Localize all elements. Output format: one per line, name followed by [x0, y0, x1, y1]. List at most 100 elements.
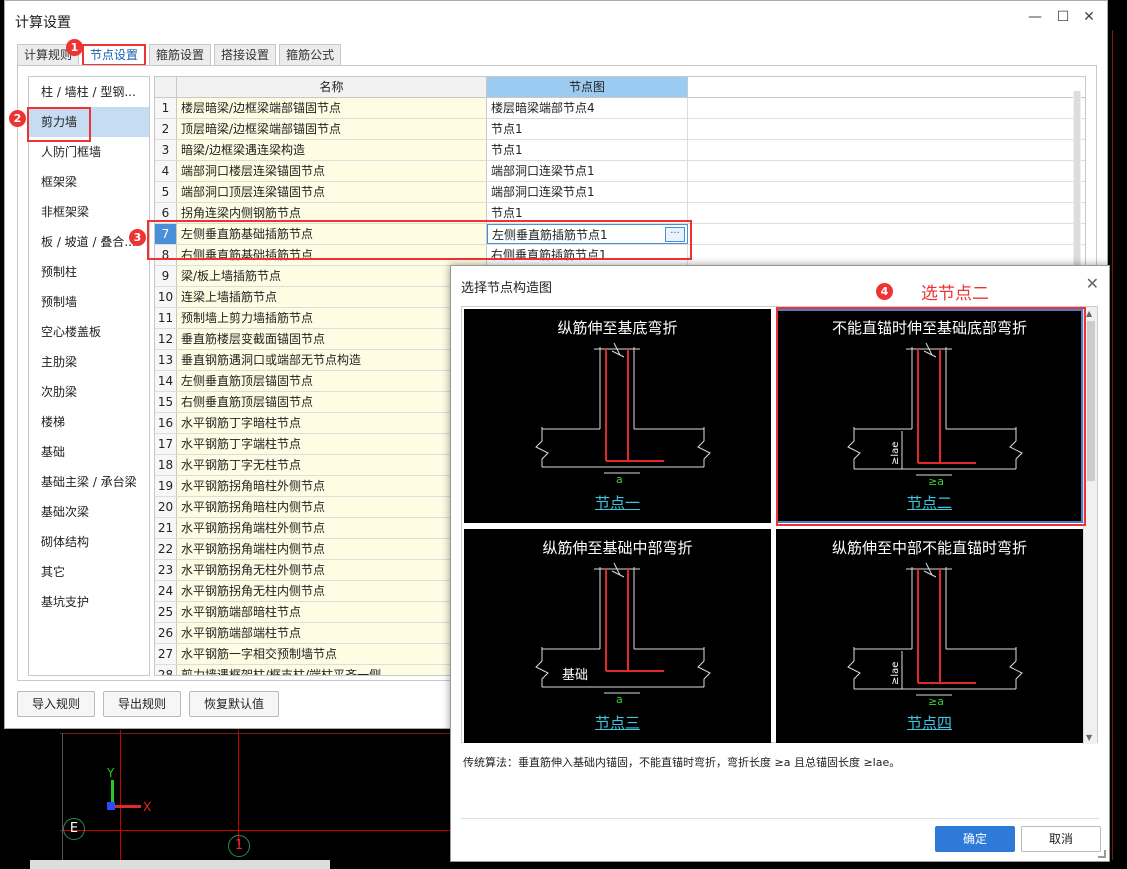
row-number: 16 [155, 413, 177, 433]
row-number: 5 [155, 182, 177, 202]
sidebar-item-precast-wall[interactable]: 预制墙 [29, 287, 149, 317]
row-name: 垂直钢筋遇洞口或端部无节点构造 [177, 350, 487, 370]
row-name: 端部洞口顶层连梁锚固节点 [177, 182, 487, 202]
row-name: 水平钢筋拐角端柱外侧节点 [177, 518, 487, 538]
sidebar-item-non-frame-beam[interactable]: 非框架梁 [29, 197, 149, 227]
break-mark-icon [1009, 647, 1023, 689]
row-name: 暗梁/边框梁遇连梁构造 [177, 140, 487, 160]
row-number: 23 [155, 560, 177, 580]
node-value-text: 节点1 [491, 143, 523, 157]
row-number: 20 [155, 497, 177, 517]
break-mark-icon [535, 647, 549, 687]
row-number: 3 [155, 140, 177, 160]
diagram-drawing: a [535, 342, 711, 486]
restore-default-button[interactable]: 恢复默认值 [189, 691, 280, 717]
row-number: 11 [155, 308, 177, 328]
node-diagram-dialog: 选择节点构造图 4 选节点二 ✕ a 纵筋伸至基底弯折 节点一 ≥a ≥lae 不… [450, 265, 1110, 862]
resize-grip-icon[interactable] [1098, 850, 1106, 858]
axis-x-label: X [143, 800, 152, 814]
sidebar-item-stairs[interactable]: 楼梯 [29, 407, 149, 437]
sidebar-item-masonry[interactable]: 砌体结构 [29, 527, 149, 557]
cancel-button[interactable]: 取消 [1021, 826, 1101, 852]
diagram-node-4[interactable]: ≥a ≥lae 纵筋伸至中部不能直锚时弯折 节点四 [776, 529, 1083, 743]
node-value-text: 端部洞口连梁节点1 [491, 185, 595, 199]
row-name: 剪力墙遇框架柱/框支柱/端柱平齐一侧 [177, 665, 487, 675]
tab-stirrup-settings[interactable]: 箍筋设置 [149, 44, 212, 66]
row-number: 22 [155, 539, 177, 559]
table-row[interactable]: 2 顶层暗梁/边框梁端部锚固节点 节点1 [155, 119, 1085, 140]
ok-button[interactable]: 确定 [935, 826, 1015, 852]
sidebar-item-column[interactable]: 柱 / 墙柱 / 型钢... [29, 77, 149, 107]
diagram-label: 节点三 [594, 714, 640, 732]
table-row[interactable]: 5 端部洞口顶层连梁锚固节点 端部洞口连梁节点1 [155, 182, 1085, 203]
sidebar-item-pit-support[interactable]: 基坑支护 [29, 587, 149, 617]
diagram-caption: 纵筋伸至基础中部弯折 [542, 539, 693, 557]
export-rules-button[interactable]: 导出规则 [103, 691, 182, 717]
annotation-text: 选节点二 [921, 284, 989, 304]
sidebar-item-hollow-slab[interactable]: 空心楼盖板 [29, 317, 149, 347]
sidebar-item-main-rib-beam[interactable]: 主肋梁 [29, 347, 149, 377]
row-node-value[interactable]: 节点1 [487, 140, 688, 160]
scroll-down-icon[interactable]: ▼ [1086, 733, 1092, 742]
close-icon[interactable]: ✕ [1079, 9, 1099, 25]
row-node-value[interactable]: 端部洞口连梁节点1 [487, 182, 688, 202]
row-number: 9 [155, 266, 177, 286]
row-number: 19 [155, 476, 177, 496]
diagram-caption: 纵筋伸至基底弯折 [557, 319, 678, 337]
scrollbar-thumb[interactable] [1087, 321, 1095, 481]
row-node-value[interactable]: 楼层暗梁端部节点4 [487, 98, 688, 118]
sidebar-item-foundation-secondary-beam[interactable]: 基础次梁 [29, 497, 149, 527]
table-row[interactable]: 4 端部洞口楼层连梁锚固节点 端部洞口连梁节点1 [155, 161, 1085, 182]
maximize-icon[interactable]: ☐ [1053, 9, 1073, 25]
table-row[interactable]: 3 暗梁/边框梁遇连梁构造 节点1 [155, 140, 1085, 161]
diagram-node-3[interactable]: a 基础 纵筋伸至基础中部弯折 节点三 [464, 529, 771, 743]
sidebar-item-secondary-rib-beam[interactable]: 次肋梁 [29, 377, 149, 407]
row-number: 26 [155, 623, 177, 643]
sidebar-item-other[interactable]: 其它 [29, 557, 149, 587]
dialog-close-icon[interactable]: ✕ [1086, 274, 1099, 293]
header-name[interactable]: 名称 [177, 77, 487, 97]
algorithm-description: 传统算法：垂直筋伸入基础内锚固，不能直锚时弯折，弯折长度 ≥a 且总锚固长度 ≥… [463, 756, 901, 769]
row-name: 右侧垂直筋顶层锚固节点 [177, 392, 487, 412]
row-node-value[interactable]: 端部洞口连梁节点1 [487, 161, 688, 181]
row-number: 4 [155, 161, 177, 181]
row-node-value[interactable]: 节点1 [487, 119, 688, 139]
tab-node-settings[interactable]: 节点设置 [82, 44, 147, 66]
row-number: 24 [155, 581, 177, 601]
row-name: 水平钢筋拐角暗柱外侧节点 [177, 476, 487, 496]
table-row[interactable]: 1 楼层暗梁/边框梁端部锚固节点 楼层暗梁端部节点4 [155, 98, 1085, 119]
row-number: 18 [155, 455, 177, 475]
callout-1: 1 [66, 39, 83, 56]
window-title: 计算设置 [15, 15, 71, 31]
cad-toolbar[interactable] [30, 860, 330, 869]
row-number: 17 [155, 434, 177, 454]
minimize-icon[interactable]: — [1025, 9, 1045, 25]
import-rules-button[interactable]: 导入规则 [17, 691, 96, 717]
border-line [62, 733, 63, 863]
sidebar-item-precast-column[interactable]: 预制柱 [29, 257, 149, 287]
row-number: 12 [155, 329, 177, 349]
grid-label-e: E [63, 818, 85, 840]
row-name: 水平钢筋丁字端柱节点 [177, 434, 487, 454]
row-number: 15 [155, 392, 177, 412]
tab-stirrup-formula[interactable]: 箍筋公式 [279, 44, 342, 66]
header-row-number [155, 77, 177, 97]
highlight-box-row-7 [147, 220, 692, 260]
row-name: 楼层暗梁/边框梁端部锚固节点 [177, 98, 487, 118]
header-node-diagram[interactable]: 节点图 [487, 77, 688, 97]
row-name: 水平钢筋端部暗柱节点 [177, 602, 487, 622]
row-name: 端部洞口楼层连梁锚固节点 [177, 161, 487, 181]
row-number: 13 [155, 350, 177, 370]
divider [461, 818, 1099, 819]
axis-y-label: Y [107, 766, 115, 780]
diagram-node-1[interactable]: a 纵筋伸至基底弯折 节点一 [464, 309, 771, 523]
callout-2: 2 [9, 110, 26, 127]
break-mark-icon [594, 342, 640, 358]
sidebar-item-frame-beam[interactable]: 框架梁 [29, 167, 149, 197]
diagram-caption: 纵筋伸至中部不能直锚时弯折 [831, 539, 1027, 557]
sidebar-item-foundation[interactable]: 基础 [29, 437, 149, 467]
scroll-up-icon[interactable]: ▲ [1086, 309, 1092, 318]
tab-lap-settings[interactable]: 搭接设置 [214, 44, 277, 66]
sidebar-item-foundation-main-beam[interactable]: 基础主梁 / 承台梁 [29, 467, 149, 497]
callout-4: 4 [876, 283, 893, 300]
